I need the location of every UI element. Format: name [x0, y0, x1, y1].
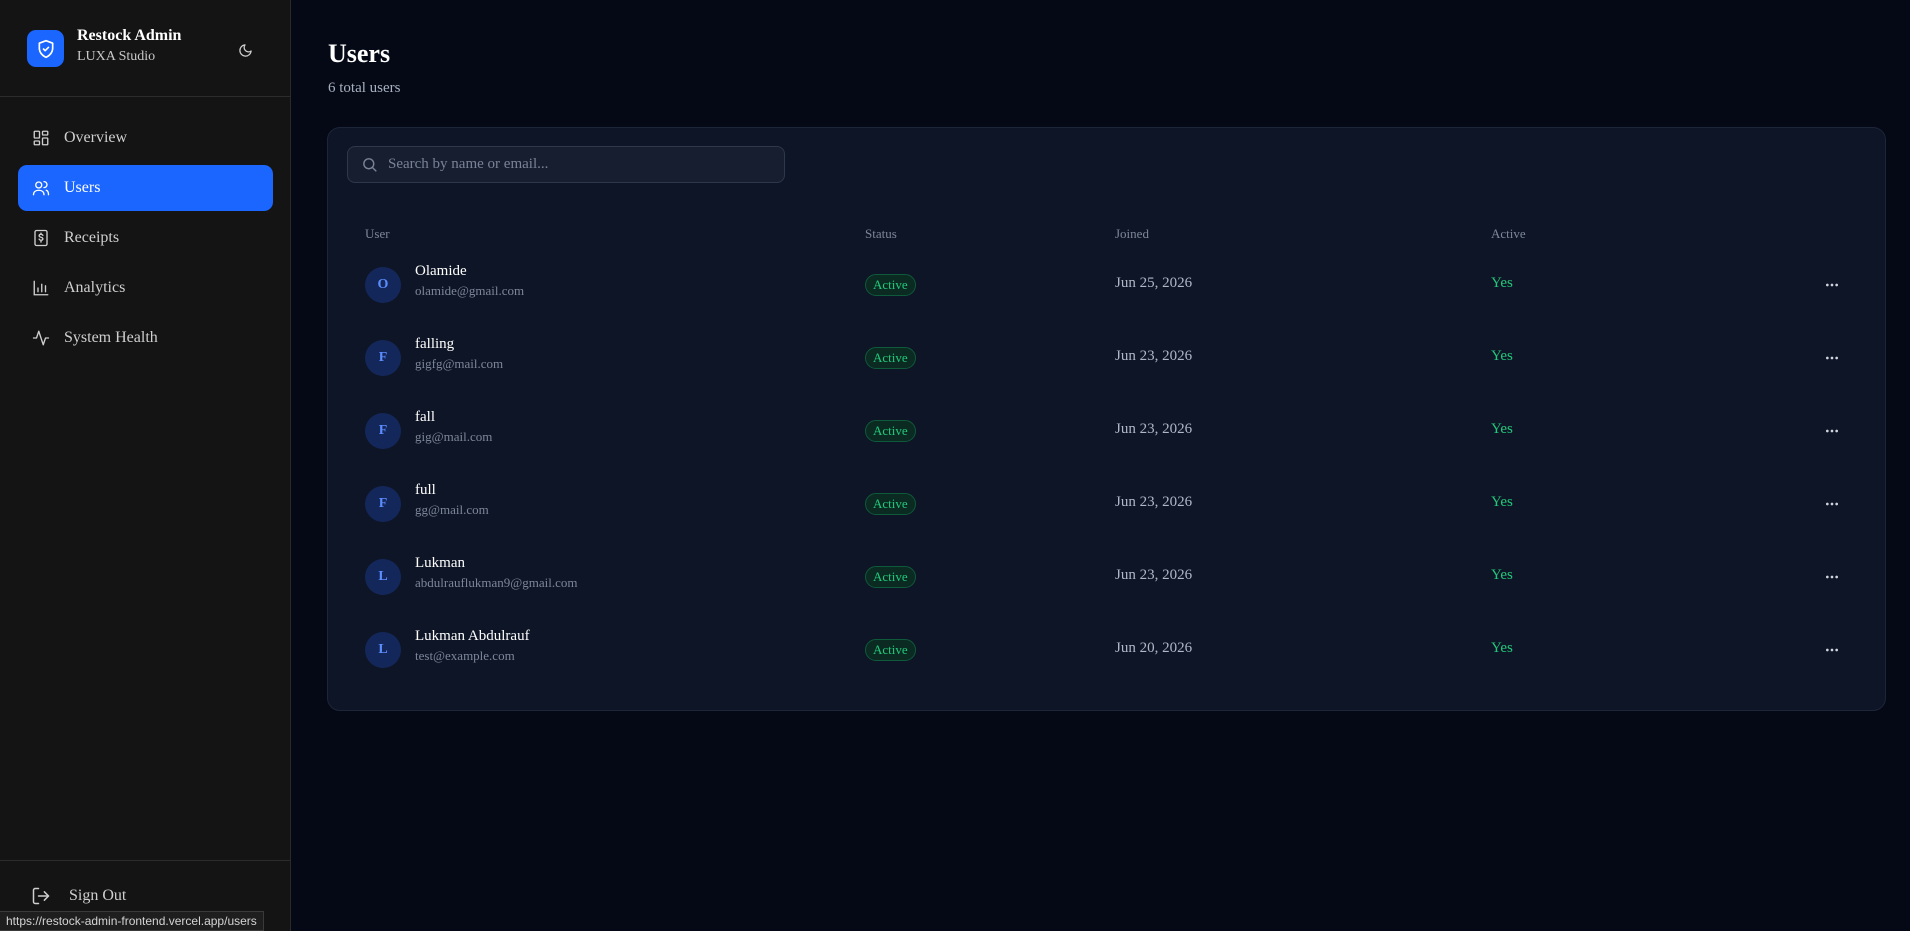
avatar: L	[365, 559, 401, 595]
activity-icon	[31, 328, 51, 348]
column-header-status: Status	[865, 226, 897, 241]
sidebar-item-analytics[interactable]: Analytics	[18, 265, 273, 311]
sidebar-item-label: Users	[64, 179, 101, 196]
joined-date: Jun 23, 2026	[1115, 494, 1193, 510]
brand-title: Restock Admin	[77, 27, 182, 44]
column-header-active: Active	[1491, 226, 1526, 241]
status-badge: Active	[865, 420, 916, 442]
joined-date: Jun 23, 2026	[1115, 348, 1193, 364]
avatar: F	[365, 413, 401, 449]
link-preview-url: https://restock-admin-frontend.vercel.ap…	[0, 911, 264, 931]
user-email: olamide@gmail.com	[415, 283, 525, 298]
sidebar-item-label: Analytics	[64, 279, 126, 296]
table-row[interactable]: L Lukman Abdulrauf test@example.com Acti…	[328, 628, 1885, 705]
sidebar-item-overview[interactable]: Overview	[18, 115, 273, 161]
row-actions-button[interactable]	[1820, 492, 1844, 516]
status-badge: Active	[865, 639, 916, 661]
active-value: Yes	[1491, 567, 1513, 583]
more-horizontal-icon	[1826, 283, 1838, 287]
user-name: falling	[415, 336, 455, 352]
more-horizontal-icon	[1826, 502, 1838, 506]
joined-date: Jun 20, 2026	[1115, 640, 1193, 656]
search-input[interactable]	[388, 156, 778, 173]
sidebar-item-label: System Health	[64, 329, 158, 346]
moon-icon	[238, 43, 252, 57]
main-content: Users 6 total users User Status Joined A…	[291, 0, 1910, 931]
search-icon	[363, 158, 377, 172]
sign-out-label: Sign Out	[69, 887, 127, 904]
user-name: full	[415, 482, 436, 498]
column-header-joined: Joined	[1115, 226, 1149, 241]
table-row[interactable]: L Lukman abdulrauflukman9@gmail.com Acti…	[328, 555, 1885, 632]
user-name: Olamide	[415, 263, 467, 279]
avatar: F	[365, 486, 401, 522]
more-horizontal-icon	[1826, 648, 1838, 652]
joined-date: Jun 25, 2026	[1115, 275, 1193, 291]
search-box	[347, 146, 785, 183]
sidebar-item-users[interactable]: Users	[18, 165, 273, 211]
active-value: Yes	[1491, 275, 1513, 291]
brand-subtitle: LUXA Studio	[77, 49, 156, 64]
status-badge: Active	[865, 274, 916, 296]
sidebar-item-label: Overview	[64, 129, 128, 146]
active-value: Yes	[1491, 348, 1513, 364]
brand-header: Restock Admin LUXA Studio	[0, 0, 290, 97]
more-horizontal-icon	[1826, 429, 1838, 433]
user-name: Lukman	[415, 555, 465, 571]
more-horizontal-icon	[1826, 356, 1838, 360]
table-row[interactable]: F fall gig@mail.com Active Jun 23, 2026 …	[328, 409, 1885, 486]
avatar: O	[365, 267, 401, 303]
table-row[interactable]: O Olamide olamide@gmail.com Active Jun 2…	[328, 263, 1885, 340]
log-out-icon	[32, 887, 50, 905]
layout-grid-icon	[31, 128, 51, 148]
sidebar-item-receipts[interactable]: Receipts	[18, 215, 273, 261]
user-email: abdulrauflukman9@gmail.com	[415, 575, 578, 590]
sidebar-nav: Overview Users Receipts Analytics System…	[18, 115, 273, 365]
active-value: Yes	[1491, 640, 1513, 656]
sidebar-item-system-health[interactable]: System Health	[18, 315, 273, 361]
status-badge: Active	[865, 566, 916, 588]
row-actions-button[interactable]	[1820, 273, 1844, 297]
bar-chart-icon	[31, 278, 51, 298]
user-email: gg@mail.com	[415, 502, 489, 517]
table-row[interactable]: F falling gigfg@mail.com Active Jun 23, …	[328, 336, 1885, 413]
theme-toggle-button[interactable]	[232, 37, 258, 63]
column-header-user: User	[365, 226, 390, 241]
receipt-icon	[31, 228, 51, 248]
shield-logo-icon	[27, 30, 64, 67]
status-badge: Active	[865, 493, 916, 515]
table-header: User Status Joined Active	[328, 226, 1885, 246]
sign-out-button[interactable]: Sign Out	[31, 886, 126, 906]
avatar: L	[365, 632, 401, 668]
row-actions-button[interactable]	[1820, 638, 1844, 662]
sidebar: Restock Admin LUXA Studio Overview Users…	[0, 0, 291, 931]
user-name: Lukman Abdulrauf	[415, 628, 530, 644]
users-icon	[31, 178, 51, 198]
sidebar-item-label: Receipts	[64, 229, 120, 246]
users-card: User Status Joined Active O Olamide olam…	[327, 127, 1886, 711]
active-value: Yes	[1491, 494, 1513, 510]
page-subtitle: 6 total users	[328, 80, 401, 96]
table-row[interactable]: F full gg@mail.com Active Jun 23, 2026 Y…	[328, 482, 1885, 559]
row-actions-button[interactable]	[1820, 419, 1844, 443]
joined-date: Jun 23, 2026	[1115, 567, 1193, 583]
users-table-body: O Olamide olamide@gmail.com Active Jun 2…	[328, 263, 1885, 705]
avatar: F	[365, 340, 401, 376]
row-actions-button[interactable]	[1820, 346, 1844, 370]
status-badge: Active	[865, 347, 916, 369]
page-title: Users	[328, 39, 391, 68]
user-email: test@example.com	[415, 648, 515, 663]
user-name: fall	[415, 409, 435, 425]
row-actions-button[interactable]	[1820, 565, 1844, 589]
user-email: gigfg@mail.com	[415, 356, 504, 371]
joined-date: Jun 23, 2026	[1115, 421, 1193, 437]
user-email: gig@mail.com	[415, 429, 493, 444]
more-horizontal-icon	[1826, 575, 1838, 579]
active-value: Yes	[1491, 421, 1513, 437]
